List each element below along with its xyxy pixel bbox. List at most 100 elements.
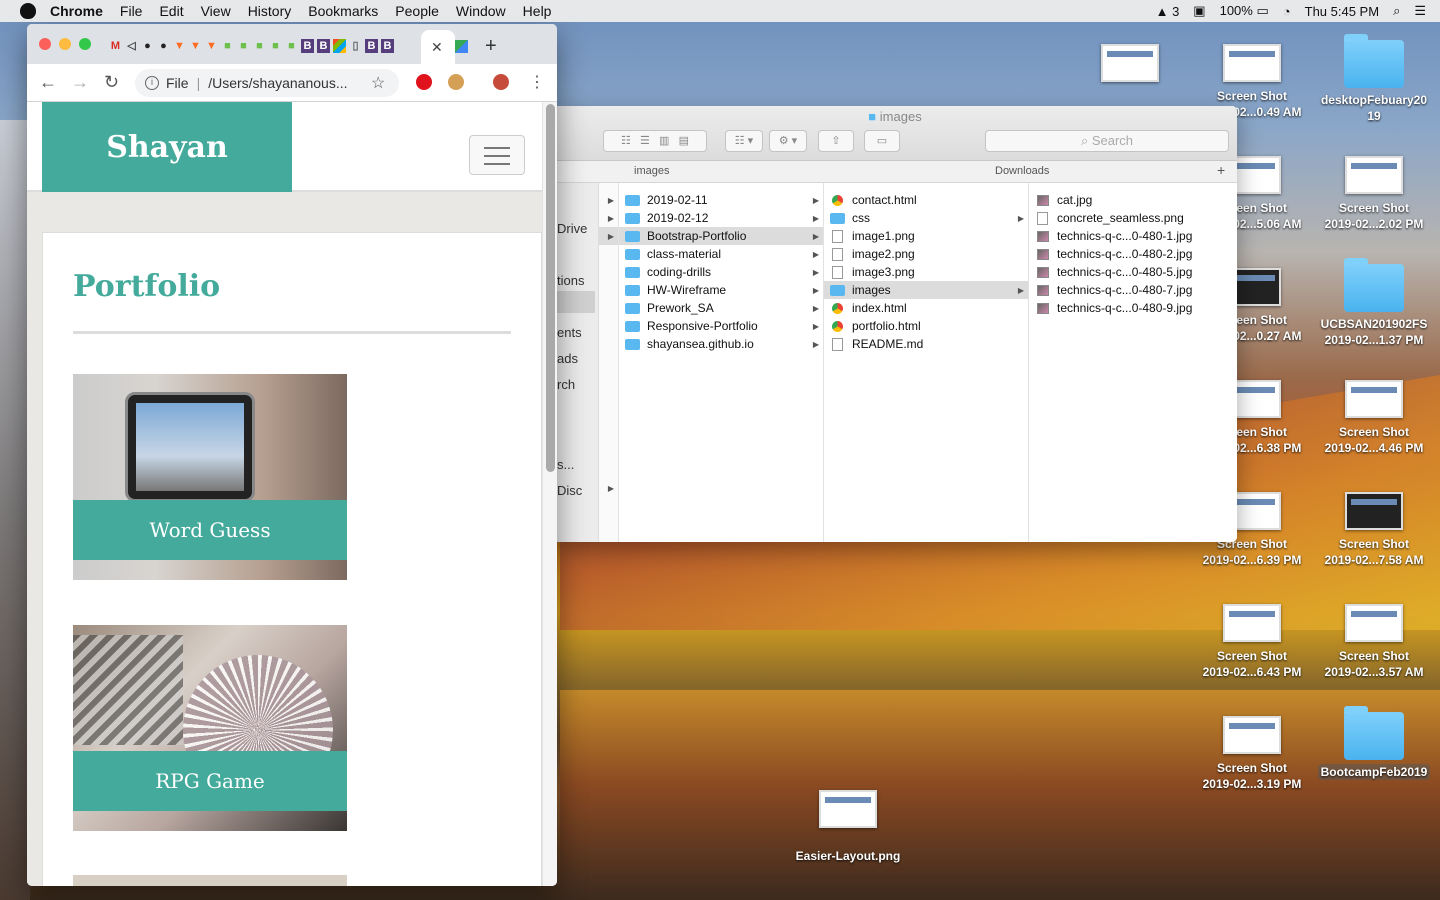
tag-button[interactable]: ▭ xyxy=(864,130,900,152)
list-item[interactable]: css ▶ xyxy=(824,209,1028,227)
menu-people[interactable]: People xyxy=(395,3,439,19)
adobe-status[interactable]: ▲ 3 xyxy=(1156,4,1180,19)
notification-center-icon[interactable]: ☰ xyxy=(1414,3,1426,19)
list-item[interactable]: coding-drills ▶ xyxy=(619,263,823,281)
zoom-window-button[interactable] xyxy=(79,38,91,50)
list-item[interactable]: class-material ▶ xyxy=(619,245,823,263)
github-tab-icon[interactable]: ● xyxy=(157,39,170,53)
list-item[interactable]: 2019-02-12 ▶ xyxy=(619,209,823,227)
list-item[interactable]: technics-q-c...0-480-9.jpg xyxy=(1029,299,1237,317)
reload-icon[interactable]: ↻ xyxy=(104,72,119,93)
desktop-icon-screenshot[interactable] xyxy=(1065,44,1195,88)
list-item[interactable]: 2019-02-11 ▶ xyxy=(619,191,823,209)
gitlab-tab-icon[interactable]: ▼ xyxy=(205,39,218,53)
site-brand[interactable]: Shayan xyxy=(42,102,292,192)
list-item[interactable]: cat.jpg xyxy=(1029,191,1237,209)
forward-icon[interactable]: → xyxy=(71,72,89,93)
add-icon[interactable]: + xyxy=(1217,162,1225,178)
expand-arrow[interactable]: ▶ xyxy=(599,479,618,497)
desktop-icon-screenshot[interactable]: Screen Shot 2019-02...2.02 PM xyxy=(1309,156,1439,232)
menu-help[interactable]: Help xyxy=(523,3,552,19)
bootstrap-tab-icon[interactable]: B xyxy=(301,39,314,53)
list-item[interactable]: shayansea.github.io ▶ xyxy=(619,335,823,353)
sidebar-item[interactable]: rch xyxy=(557,377,575,392)
project-caption[interactable]: RPG Game xyxy=(73,751,347,811)
scrollbar-thumb[interactable] xyxy=(546,104,555,472)
list-item[interactable]: README.md xyxy=(824,335,1028,353)
tab-icon[interactable]: ■ xyxy=(237,39,250,53)
github-tab-icon[interactable]: ● xyxy=(141,39,154,53)
list-item[interactable]: HW-Wireframe ▶ xyxy=(619,281,823,299)
list-item-selected[interactable]: images ▶ xyxy=(824,281,1028,299)
desktop-icon-screenshot[interactable]: Screen Shot 2019-02...3.57 AM xyxy=(1309,604,1439,680)
wifi-icon[interactable]: ◔ xyxy=(1283,4,1291,19)
finder-search-input[interactable]: ⌕ Search xyxy=(985,130,1229,152)
list-item-selected[interactable]: Bootstrap-Portfolio ▶ xyxy=(619,227,823,245)
gitlab-tab-icon[interactable]: ▼ xyxy=(173,39,186,53)
bootstrap-tab-icon[interactable]: B xyxy=(317,39,330,53)
expand-arrow[interactable]: ▶ xyxy=(599,191,618,209)
maps-tab-icon[interactable] xyxy=(455,40,468,53)
info-icon[interactable]: i xyxy=(145,76,159,90)
gallery-view-icon[interactable]: ▤ xyxy=(679,135,689,147)
icon-view-icon[interactable]: ☷ xyxy=(621,135,631,147)
menu-window[interactable]: Window xyxy=(456,3,506,19)
cookie-extension-icon[interactable] xyxy=(448,74,464,90)
group-button[interactable]: ☷ ▾ xyxy=(725,130,763,152)
close-tab-icon[interactable]: ✕ xyxy=(431,39,443,56)
share-button[interactable]: ⇧ xyxy=(818,130,854,152)
desktop-icon-screenshot[interactable]: Screen Shot 2019-02...6.43 PM xyxy=(1187,604,1317,680)
gitlab-tab-icon[interactable]: ▼ xyxy=(189,39,202,53)
battery-status[interactable]: 100% ▭ xyxy=(1220,3,1269,19)
tab-icon[interactable]: ■ xyxy=(285,39,298,53)
column-view-icon[interactable]: ▥ xyxy=(659,135,669,147)
desktop-icon-screenshot[interactable]: Screen Shot 2019-02...3.19 PM xyxy=(1187,716,1317,792)
list-item[interactable]: image3.png xyxy=(824,263,1028,281)
project-card-rpg-game[interactable]: RPG Game xyxy=(73,625,347,831)
project-caption[interactable]: Word Guess xyxy=(73,500,347,560)
spotlight-search-icon[interactable]: ⌕ xyxy=(1393,3,1400,19)
sidebar-item[interactable]: ads xyxy=(557,351,578,366)
tab-icon[interactable]: ■ xyxy=(221,39,234,53)
clock[interactable]: Thu 5:45 PM xyxy=(1305,4,1379,19)
desktop-icon-png[interactable]: Easier-Layout.png xyxy=(783,790,913,864)
address-bar[interactable]: i File | /Users/shayananous... xyxy=(135,69,399,97)
list-item[interactable]: image2.png xyxy=(824,245,1028,263)
project-card-partial[interactable] xyxy=(73,875,347,886)
list-item[interactable]: portfolio.html xyxy=(824,317,1028,335)
opera-extension-icon[interactable] xyxy=(416,74,432,90)
list-item[interactable]: Responsive-Portfolio ▶ xyxy=(619,317,823,335)
back-icon[interactable]: ← xyxy=(39,72,57,93)
sidebar-item[interactable]: Drive xyxy=(557,221,587,236)
list-item[interactable]: technics-q-c...0-480-7.jpg xyxy=(1029,281,1237,299)
close-window-button[interactable] xyxy=(39,38,51,50)
action-button[interactable]: ⚙ ▾ xyxy=(769,130,807,152)
menu-app[interactable]: Chrome xyxy=(50,3,103,19)
chrome-menu-icon[interactable]: ⋮ xyxy=(529,72,545,92)
bookmark-star-icon[interactable]: ☆ xyxy=(371,73,385,93)
sidebar-item-selected[interactable] xyxy=(553,291,595,313)
list-item[interactable]: image1.png xyxy=(824,227,1028,245)
list-item[interactable]: index.html xyxy=(824,299,1028,317)
desktop-icon-screenshot[interactable]: Screen Shot 2019-02...4.46 PM xyxy=(1309,380,1439,456)
sidebar-item[interactable]: Disc xyxy=(557,483,582,498)
list-item[interactable]: contact.html xyxy=(824,191,1028,209)
view-mode-buttons[interactable]: ☷ ☰ ▥ ▤ xyxy=(603,130,707,152)
menu-view[interactable]: View xyxy=(201,3,231,19)
hamburger-menu-button[interactable] xyxy=(469,135,525,175)
screen-tool-icon[interactable]: ▣ xyxy=(1193,3,1205,19)
desktop-icon-folder[interactable]: desktopFebuary20 19 xyxy=(1309,34,1439,124)
menu-bookmarks[interactable]: Bookmarks xyxy=(308,3,378,19)
bootstrap-tab-icon[interactable]: B xyxy=(365,39,378,53)
list-item[interactable]: technics-q-c...0-480-1.jpg xyxy=(1029,227,1237,245)
apple-icon[interactable] xyxy=(20,3,36,19)
tab-icon[interactable]: ■ xyxy=(269,39,282,53)
expand-arrow[interactable]: ▶ xyxy=(599,227,618,245)
list-view-icon[interactable]: ☰ xyxy=(640,135,650,147)
list-item[interactable]: technics-q-c...0-480-5.jpg xyxy=(1029,263,1237,281)
desktop-icon-folder-selected[interactable]: BootcampFeb2019 xyxy=(1309,706,1439,780)
menu-file[interactable]: File xyxy=(120,3,143,19)
new-tab-button[interactable]: + xyxy=(485,35,497,58)
desktop-icon-screenshot[interactable]: Screen Shot 2019-02...7.58 AM xyxy=(1309,492,1439,568)
gmail-tab-icon[interactable]: M xyxy=(109,39,122,53)
